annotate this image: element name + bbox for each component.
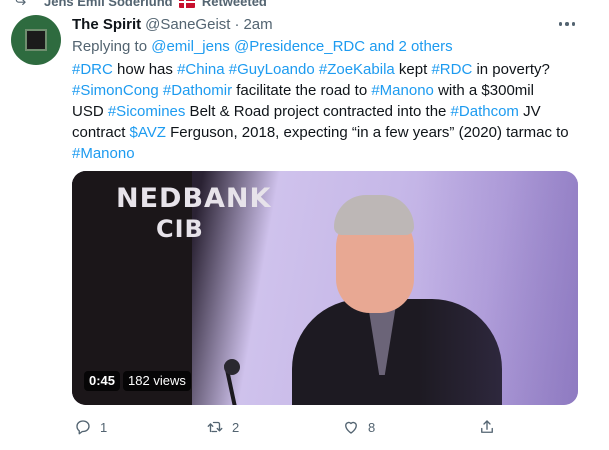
replying-to-label: Replying to (72, 38, 148, 55)
reply-button[interactable]: 1 (74, 415, 107, 439)
hashtag-link[interactable]: #Sicomines (108, 103, 186, 120)
heart-icon (345, 421, 357, 434)
tweet-text-segment: Ferguson, 2018, expecting “in a few year… (165, 124, 569, 141)
share-button[interactable] (478, 415, 496, 439)
video-banner-text: NEDBANK (116, 183, 272, 214)
hashtag-link[interactable]: #Dathomir (163, 82, 232, 99)
tweet-actions: 1 2 8 (72, 415, 597, 439)
video-banner-subtext: CIB (156, 215, 204, 243)
tweet-text-segment: Belt & Road project contracted into the (185, 103, 451, 120)
retweet-label[interactable]: Jens Emil Söderlund Retweeted (44, 0, 267, 9)
separator: · (234, 15, 240, 33)
retweet-icon (15, 0, 26, 6)
tweet-text-segment: kept (394, 61, 432, 78)
tweet-header: The Spirit @SaneGeist · 2am (72, 14, 273, 34)
tweet-text-segment: contract (72, 124, 130, 141)
reply-targets-link[interactable]: @emil_jens @Presidence_RDC and 2 others (151, 38, 452, 55)
circuit-chip-icon (25, 29, 47, 51)
replying-to: Replying to @emil_jens @Presidence_RDC a… (72, 37, 453, 57)
video-shade (418, 171, 578, 405)
author-handle[interactable]: @SaneGeist (145, 16, 230, 33)
retweet-count: 2 (232, 419, 240, 435)
like-count: 8 (368, 419, 376, 435)
hashtag-link[interactable]: #RDC (431, 61, 472, 78)
reply-count: 1 (100, 419, 108, 435)
denmark-flag-icon (179, 0, 196, 8)
tweet-text-line: USD #Sicomines Belt & Road project contr… (72, 101, 597, 122)
tweet-text-segment: with a $300mil (433, 82, 534, 99)
tweet-text-line: #DRC how has #China #GuyLoando #ZoeKabil… (72, 59, 597, 80)
retweet-button[interactable]: 2 (206, 415, 239, 439)
retweet-action-icon (207, 421, 223, 433)
hashtag-link[interactable]: #SimonCong (72, 82, 159, 99)
hashtag-link[interactable]: #Manono (371, 82, 434, 99)
microphone (222, 359, 252, 405)
author-name[interactable]: The Spirit (72, 16, 141, 33)
hashtag-link[interactable]: $AVZ (130, 124, 166, 141)
hashtag-link[interactable]: #GuyLoando (229, 61, 315, 78)
tweet-text-segment: in poverty? (472, 61, 550, 78)
video-duration: 0:45 (84, 371, 121, 391)
tweet-text-segment: how has (112, 61, 178, 78)
hashtag-link[interactable]: #ZoeKabila (319, 61, 395, 78)
tweet-text: #DRC how has #China #GuyLoando #ZoeKabil… (72, 59, 597, 164)
tweet-text-line: #SimonCong #Dathomir facilitate the road… (72, 80, 597, 101)
hashtag-link[interactable]: #Dathcom (451, 103, 519, 120)
video-views: 182 views (123, 371, 191, 391)
tweet-text-segment: USD (72, 103, 108, 120)
share-icon (481, 420, 493, 433)
video-player[interactable]: NEDBANK CIB 0:45 182 views (72, 171, 578, 405)
video-badge: 0:45 182 views (84, 371, 191, 393)
tweet-text-segment: JV (518, 103, 541, 120)
retweeted-label: Retweeted (201, 0, 267, 9)
like-button[interactable]: 8 (342, 415, 375, 439)
retweeter-name: Jens Emil Söderlund (44, 0, 173, 9)
tweet-text-segment: facilitate the road to (232, 82, 372, 99)
tweet-text-line: #Manono (72, 143, 597, 164)
reply-icon (76, 420, 90, 435)
hashtag-link[interactable]: #DRC (72, 61, 113, 78)
hashtag-link[interactable]: #Manono (72, 145, 135, 162)
avatar[interactable] (11, 15, 61, 65)
tweet-text-line: contract $AVZ Ferguson, 2018, expecting … (72, 122, 597, 143)
hashtag-link[interactable]: #China (177, 61, 225, 78)
tweet-time[interactable]: 2am (243, 16, 272, 33)
more-horizontal-icon[interactable] (556, 14, 578, 34)
